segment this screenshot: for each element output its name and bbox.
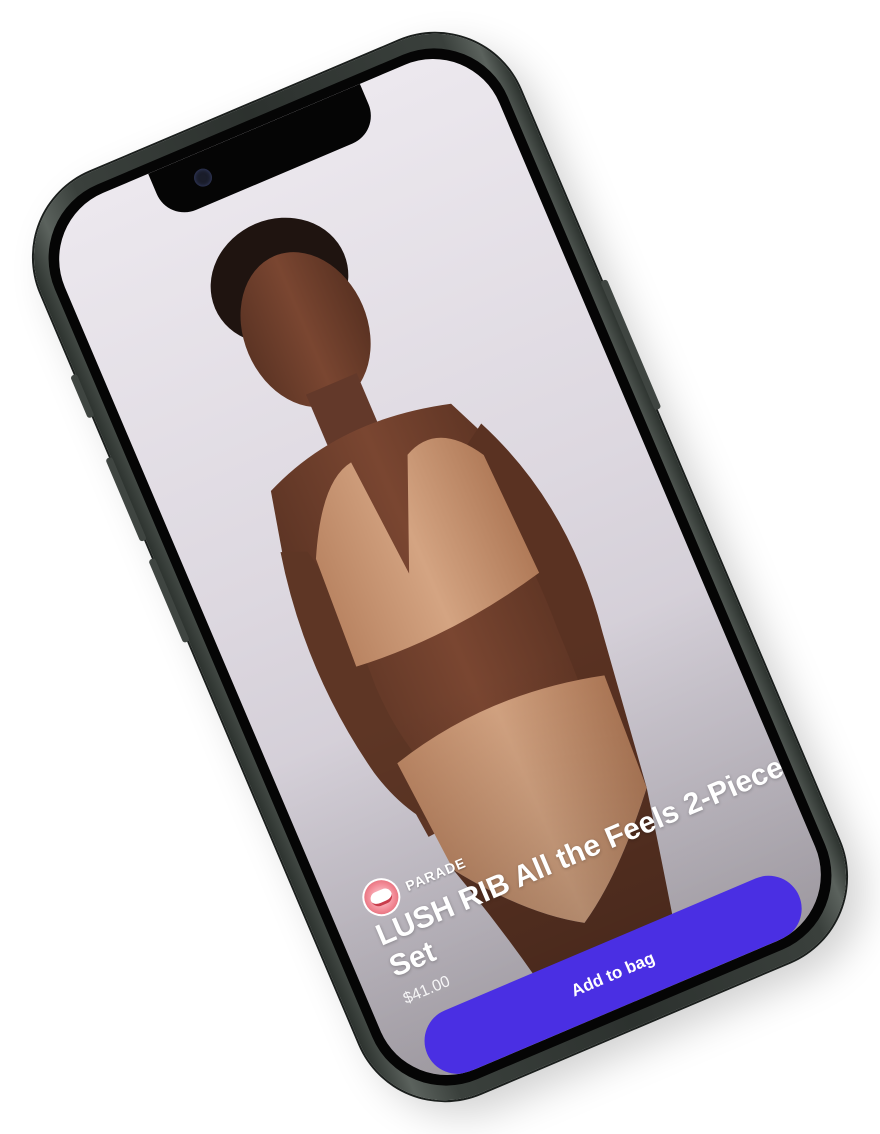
phone-bezel: PARADE LUSH RIB All the Feels 2-Piece Se… [23,23,857,1111]
brand-logo-mark [368,885,395,909]
page-canvas: PARADE LUSH RIB All the Feels 2-Piece Se… [0,0,880,1134]
front-camera-icon [191,165,215,190]
phone-mockup: PARADE LUSH RIB All the Feels 2-Piece Se… [5,5,875,1129]
